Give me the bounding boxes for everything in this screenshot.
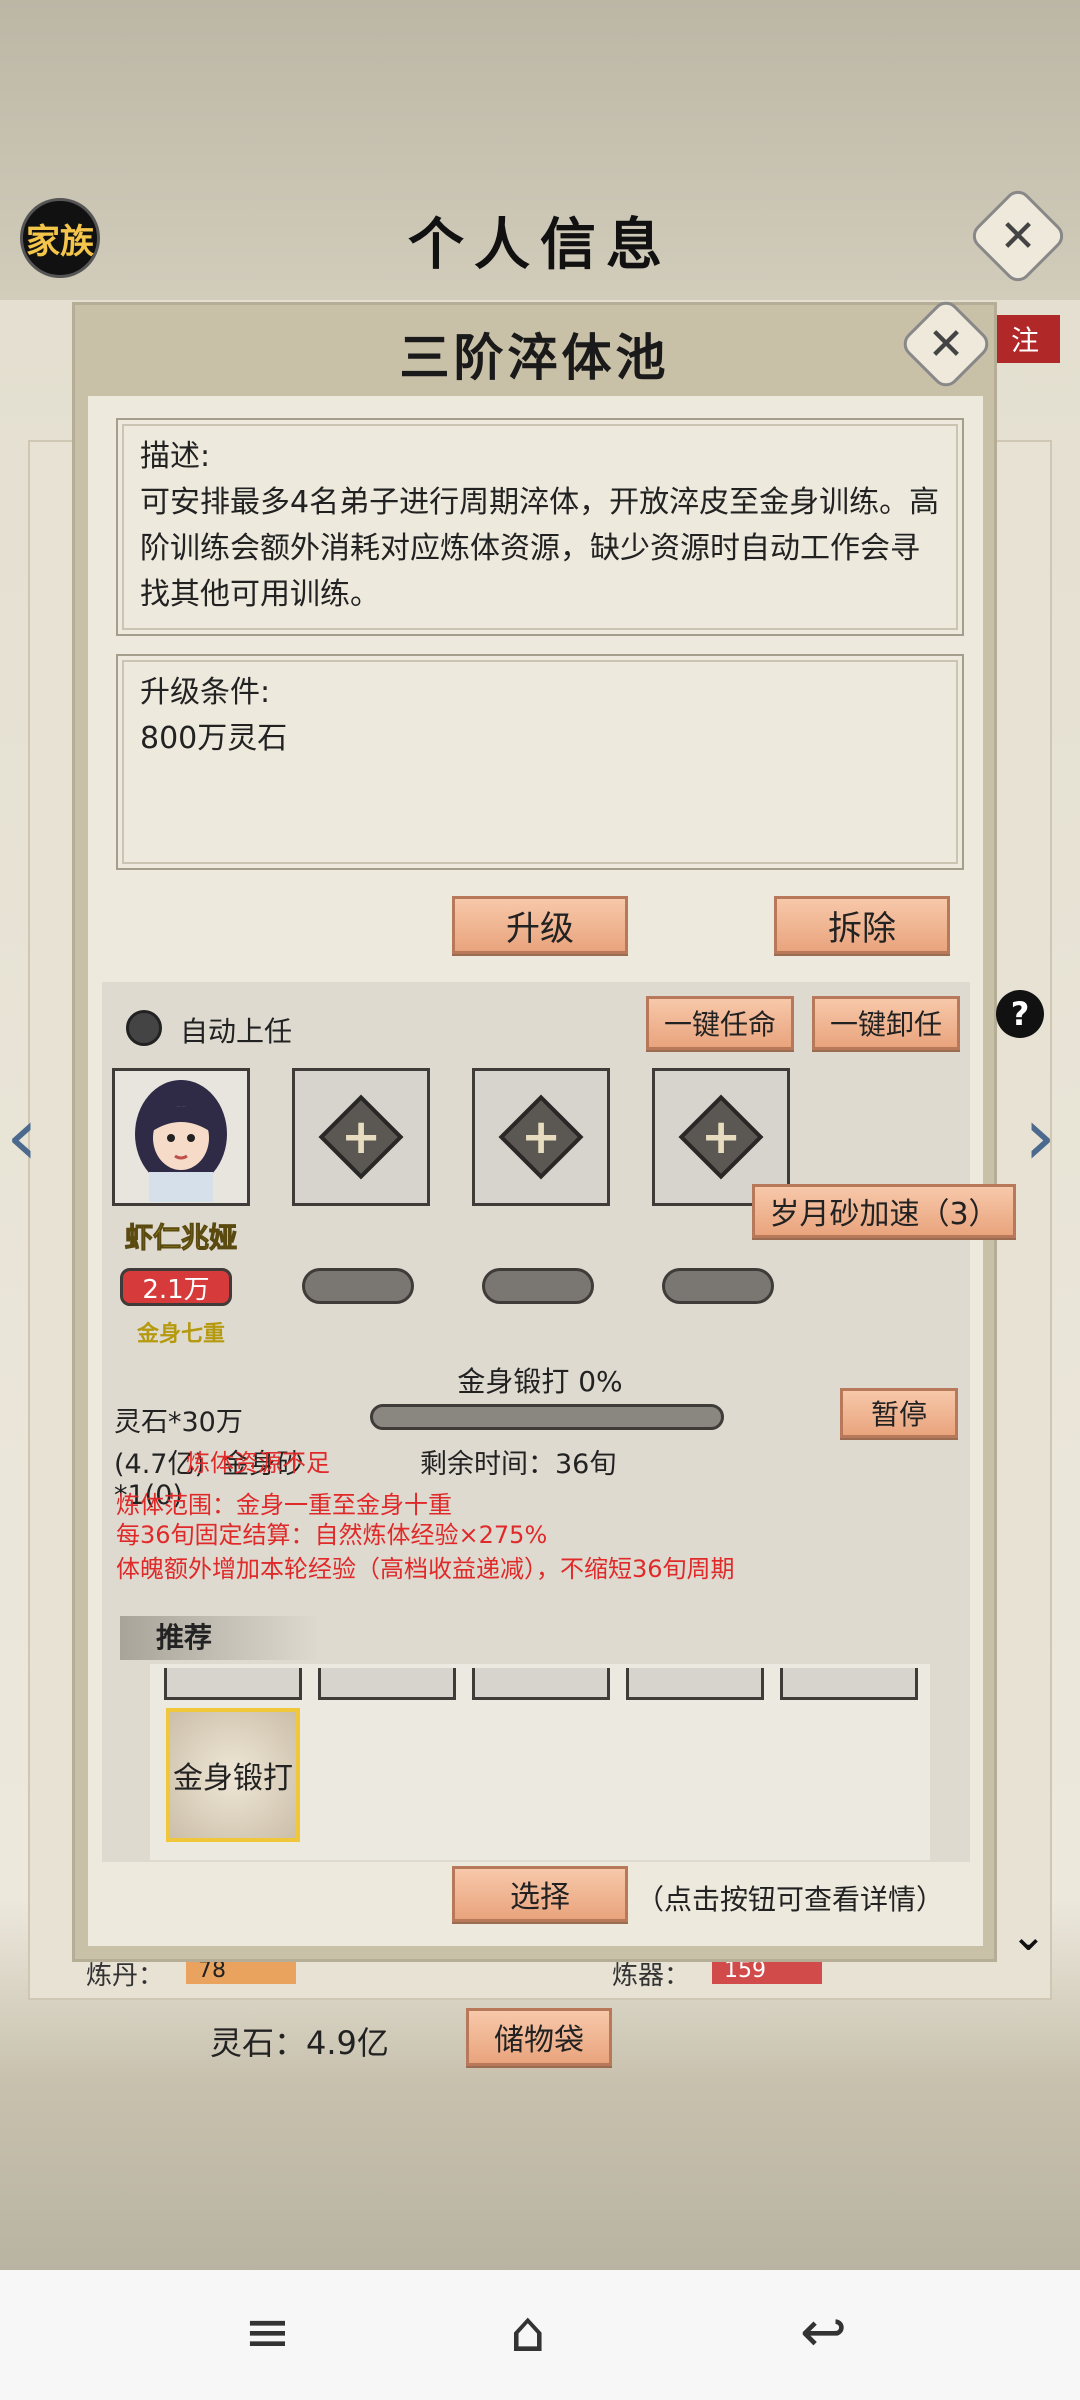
- description-text: 可安排最多4名弟子进行周期淬体，开放淬皮至金身训练。高阶训练会额外消耗对应炼体资…: [140, 485, 940, 612]
- training-range: 炼体范围：金身一重至金身十重: [116, 1491, 452, 1519]
- close-icon: ✕: [999, 210, 1037, 262]
- home-icon[interactable]: ⌂: [510, 2300, 546, 2365]
- select-hint: （点击按钮可查看详情）: [636, 1883, 945, 1916]
- recommend-slot[interactable]: [780, 1668, 918, 1700]
- recommend-slot[interactable]: [472, 1668, 610, 1700]
- recommend-slot[interactable]: [164, 1668, 302, 1700]
- unassign-all-button[interactable]: 一键卸任: [812, 996, 960, 1050]
- auto-assign-label: 自动上任: [180, 1015, 293, 1048]
- background-red-tag[interactable]: 注: [990, 315, 1060, 363]
- spirit-stone-total: 灵石：4.9亿: [210, 2024, 389, 2062]
- storage-bag-button[interactable]: 储物袋: [466, 2008, 612, 2066]
- training-progress-bar: [370, 1404, 724, 1430]
- disciple-realm: 金身七重: [136, 1322, 225, 1347]
- description-box: 描述: 可安排最多4名弟子进行周期淬体，开放淬皮至金身训练。高阶训练会额外消耗对…: [116, 418, 964, 636]
- disciple-slot-1[interactable]: [112, 1068, 250, 1206]
- recommend-slot[interactable]: [626, 1668, 764, 1700]
- empty-slot-bar-3: [482, 1268, 594, 1304]
- disciple-slot-2[interactable]: +: [292, 1068, 430, 1206]
- help-icon[interactable]: ?: [996, 990, 1044, 1038]
- add-icon: +: [498, 1094, 584, 1180]
- upgrade-cost: 800万灵石: [140, 721, 288, 756]
- upgrade-button[interactable]: 升级: [452, 896, 628, 954]
- next-arrow-icon[interactable]: ›: [1024, 1090, 1056, 1183]
- recommend-slot[interactable]: [318, 1668, 456, 1700]
- auto-assign-toggle[interactable]: [126, 1010, 162, 1046]
- close-icon: ✕: [927, 318, 965, 370]
- pause-button[interactable]: 暂停: [840, 1388, 958, 1438]
- select-button[interactable]: 选择: [452, 1866, 628, 1922]
- back-icon[interactable]: ↩: [800, 2300, 847, 2365]
- recommend-item-golden-body-forging[interactable]: 金身锻打: [166, 1708, 300, 1842]
- remaining-time: 剩余时间：36旬: [420, 1449, 617, 1480]
- modal-title: 三阶淬体池: [399, 329, 670, 387]
- demolish-button[interactable]: 拆除: [774, 896, 950, 954]
- training-settlement: 每36旬固定结算：自然炼体经验×275%: [116, 1521, 548, 1549]
- page-title: 个人信息: [408, 212, 672, 278]
- empty-slot-bar-2: [302, 1268, 414, 1304]
- empty-slot-bar-4: [662, 1268, 774, 1304]
- training-bonus: 体魄额外增加本轮经验（高档收益递减），不缩短36旬周期: [116, 1555, 735, 1583]
- upgrade-conditions-box: 升级条件: 800万灵石: [116, 654, 964, 870]
- add-icon: +: [318, 1094, 404, 1180]
- disciple-slot-3[interactable]: +: [472, 1068, 610, 1206]
- description-heading: 描述:: [140, 439, 211, 474]
- resource-warning: 炼体资源不足: [186, 1449, 330, 1477]
- disciple-power-badge: 2.1万: [120, 1268, 232, 1306]
- menu-icon[interactable]: ≡: [244, 2300, 291, 2365]
- prev-arrow-icon[interactable]: ‹: [6, 1090, 38, 1183]
- training-progress-label: 金身锻打 0%: [457, 1365, 623, 1398]
- chevron-down-icon[interactable]: ⌄: [1010, 1910, 1047, 1961]
- add-icon: +: [678, 1094, 764, 1180]
- upgrade-heading: 升级条件:: [140, 675, 271, 710]
- disciple-name: 虾仁兆娅: [124, 1221, 237, 1255]
- training-cost-line1: 灵石*30万: [114, 1407, 243, 1438]
- assign-all-button[interactable]: 一键任命: [646, 996, 794, 1050]
- recommend-header: 推荐: [120, 1616, 320, 1660]
- disciple-avatar: [135, 1080, 227, 1202]
- speedup-button[interactable]: 岁月砂加速（3）: [752, 1184, 1016, 1238]
